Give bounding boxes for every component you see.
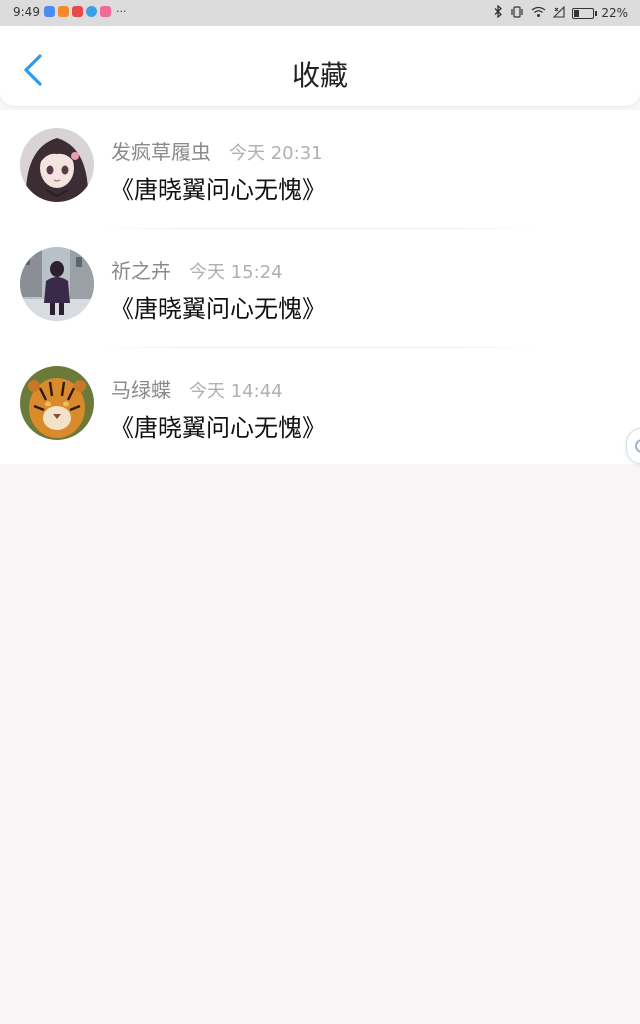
user-avatar[interactable]	[20, 128, 94, 202]
app-icon-lightblue	[86, 6, 97, 17]
street-photo-avatar	[20, 247, 94, 321]
item-meta: 马绿蝶 今天 14:44	[111, 374, 283, 403]
user-avatar[interactable]	[20, 366, 94, 440]
page-title: 收藏	[291, 59, 348, 92]
tiger-avatar	[20, 366, 94, 440]
favorite-item[interactable]: 马绿蝶 今天 14:44 《唐晓翼问心无愧》	[0, 348, 640, 467]
favorites-list: 发疯草履虫 今天 20:31 《唐晓翼问心无愧》 祈之卉 今天 15:24 《唐…	[0, 110, 640, 464]
battery-percent: 22%	[601, 6, 628, 20]
status-app-icons: ···	[44, 6, 127, 17]
username[interactable]: 发疯草履虫	[111, 136, 211, 165]
user-avatar[interactable]	[20, 247, 94, 321]
vibrate-icon	[510, 5, 524, 21]
item-meta: 发疯草履虫 今天 20:31	[111, 136, 323, 165]
signal-icon	[553, 5, 565, 21]
page-header: 收藏	[0, 26, 640, 106]
assistant-icon	[635, 439, 640, 453]
bluetooth-icon	[494, 4, 503, 21]
status-bar: 9:49 ··· 22%	[0, 0, 640, 26]
item-meta: 祈之卉 今天 15:24	[111, 255, 283, 284]
status-more-indicator: ···	[116, 5, 127, 18]
favorite-title[interactable]: 《唐晓翼问心无愧》	[110, 289, 326, 324]
timestamp: 今天 15:24	[189, 262, 283, 283]
app-icon-blue	[44, 6, 55, 17]
battery-icon	[572, 7, 598, 19]
timestamp: 今天 14:44	[189, 381, 283, 402]
status-time: 9:49	[13, 5, 40, 19]
app-icon-multicolor	[100, 6, 111, 17]
favorite-title[interactable]: 《唐晓翼问心无愧》	[110, 408, 326, 443]
username[interactable]: 马绿蝶	[111, 374, 171, 403]
app-icon-orange	[58, 6, 69, 17]
timestamp: 今天 20:31	[229, 143, 323, 164]
anime-girl-avatar	[20, 128, 94, 202]
favorite-item[interactable]: 发疯草履虫 今天 20:31 《唐晓翼问心无愧》	[0, 110, 640, 229]
app-icon-red	[72, 6, 83, 17]
status-right-group: 22%	[494, 4, 628, 21]
username[interactable]: 祈之卉	[111, 255, 171, 284]
wifi-icon	[531, 6, 546, 21]
favorite-title[interactable]: 《唐晓翼问心无愧》	[110, 170, 326, 205]
favorite-item[interactable]: 祈之卉 今天 15:24 《唐晓翼问心无愧》	[0, 229, 640, 348]
